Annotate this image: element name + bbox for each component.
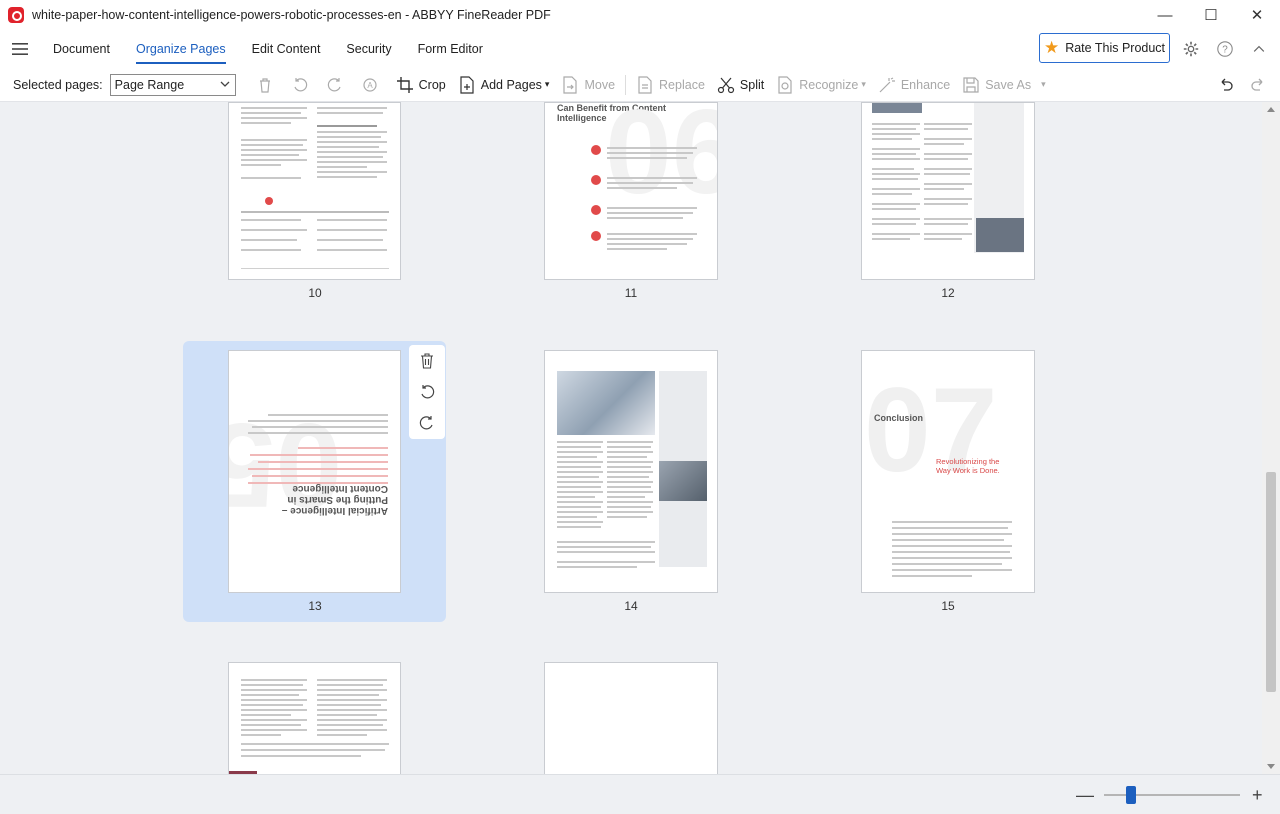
recognize-button[interactable]: Recognize ▾ bbox=[770, 68, 872, 102]
page-thumbnails-area[interactable]: 10 Can Benefit from Content Intelligence… bbox=[0, 102, 1262, 774]
rotate-right-button[interactable] bbox=[320, 68, 355, 102]
undo-icon bbox=[1221, 78, 1233, 91]
maximize-button[interactable]: ☐ bbox=[1188, 0, 1234, 30]
menu-bar: Document Organize Pages Edit Content Sec… bbox=[0, 30, 1280, 68]
page-number-10: 10 bbox=[308, 286, 322, 300]
page-thumbnail-10[interactable] bbox=[228, 102, 401, 280]
zoom-slider-thumb[interactable] bbox=[1126, 786, 1137, 804]
replace-button[interactable]: Replace bbox=[630, 68, 711, 102]
page-number-15: 15 bbox=[941, 599, 955, 613]
page-range-value: Page Range bbox=[114, 77, 185, 92]
page-13-title: Artificial Intelligence – Putting the Sm… bbox=[281, 483, 388, 516]
redo-icon bbox=[1251, 78, 1263, 91]
split-label: Split bbox=[739, 77, 765, 92]
add-pages-button[interactable]: Add Pages ▾ bbox=[452, 68, 556, 102]
app-icon bbox=[8, 7, 24, 23]
rate-product-label: Rate This Product bbox=[1065, 41, 1166, 55]
page-number-11: 11 bbox=[624, 286, 638, 300]
rate-product-button[interactable]: ★ Rate This Product bbox=[1039, 33, 1170, 63]
page-thumbnail-14[interactable] bbox=[544, 350, 718, 593]
recognize-label: Recognize bbox=[799, 77, 859, 92]
recognize-icon bbox=[778, 75, 792, 94]
help-icon[interactable]: ? bbox=[1214, 38, 1236, 60]
toolbar-divider bbox=[625, 74, 627, 95]
menu-organize-pages[interactable]: Organize Pages bbox=[123, 30, 239, 68]
rotate-left-icon[interactable] bbox=[418, 383, 436, 401]
split-button[interactable]: Split bbox=[711, 68, 770, 102]
menu-document[interactable]: Document bbox=[40, 30, 123, 68]
collapse-ribbon-icon[interactable] bbox=[1248, 38, 1270, 60]
page-thumbnail-11[interactable]: Can Benefit from Content Intelligence 06 bbox=[544, 102, 718, 280]
zoom-out-button[interactable]: — bbox=[1076, 785, 1094, 806]
move-label: Move bbox=[584, 77, 616, 92]
hamburger-menu-icon[interactable] bbox=[0, 30, 40, 68]
crop-icon bbox=[396, 76, 413, 93]
move-button[interactable]: Move bbox=[555, 68, 621, 102]
scroll-up-arrow-icon[interactable] bbox=[1267, 107, 1275, 112]
trash-icon bbox=[259, 77, 270, 93]
zoom-in-button[interactable]: + bbox=[1252, 785, 1263, 806]
delete-page-trash-icon[interactable] bbox=[418, 352, 436, 370]
settings-gear-icon[interactable] bbox=[1180, 38, 1202, 60]
move-page-icon bbox=[563, 75, 578, 94]
star-icon: ★ bbox=[1043, 38, 1060, 57]
delete-page-button[interactable] bbox=[250, 68, 285, 102]
add-pages-label: Add Pages bbox=[480, 77, 542, 92]
chevron-down-icon: ▾ bbox=[544, 79, 550, 89]
chevron-down-icon: ▾ bbox=[861, 79, 866, 89]
rotate-left-icon bbox=[294, 77, 307, 91]
rotate-right-icon[interactable] bbox=[418, 414, 436, 432]
page-thumbnail-12[interactable] bbox=[861, 102, 1035, 280]
page-quick-actions bbox=[409, 345, 445, 439]
auto-rotate-icon: A bbox=[363, 77, 377, 92]
selected-pages-label: Selected pages: bbox=[13, 77, 103, 92]
scissors-icon bbox=[717, 77, 735, 93]
window-title: white-paper-how-content-intelligence-pow… bbox=[32, 8, 551, 22]
zoom-slider-track[interactable] bbox=[1104, 794, 1240, 796]
minimize-button[interactable]: — bbox=[1142, 0, 1188, 30]
crop-label: Crop bbox=[418, 77, 446, 92]
close-button[interactable]: ✕ bbox=[1234, 0, 1280, 30]
scroll-down-arrow-icon[interactable] bbox=[1267, 764, 1275, 769]
chevron-down-icon bbox=[220, 81, 230, 87]
menu-edit-content[interactable]: Edit Content bbox=[239, 30, 334, 68]
rotate-left-button[interactable] bbox=[285, 68, 320, 102]
save-as-label: Save As bbox=[985, 77, 1032, 92]
save-as-button[interactable]: Save As ▾ bbox=[956, 68, 1051, 102]
vertical-scrollbar[interactable] bbox=[1262, 102, 1280, 774]
svg-text:A: A bbox=[367, 81, 373, 90]
undo-button[interactable] bbox=[1210, 68, 1245, 102]
page-thumbnail-13[interactable]: 05 Artificial Intelligence – Putting the… bbox=[228, 350, 401, 593]
page-number-12: 12 bbox=[941, 286, 955, 300]
auto-rotate-button[interactable]: A bbox=[355, 68, 390, 102]
replace-page-icon bbox=[638, 75, 652, 94]
scrollbar-thumb[interactable] bbox=[1266, 472, 1276, 692]
enhance-button[interactable]: Enhance bbox=[872, 68, 956, 102]
robot-image bbox=[557, 371, 655, 435]
menu-form-editor[interactable]: Form Editor bbox=[405, 30, 496, 68]
page-toolbar: Selected pages: Page Range A Crop Add Pa… bbox=[0, 68, 1280, 102]
title-bar: white-paper-how-content-intelligence-pow… bbox=[0, 0, 1280, 30]
enhance-label: Enhance bbox=[900, 77, 951, 92]
page-15-subtitle: Revolutionizing the Way Work is Done. bbox=[936, 457, 1000, 475]
menu-security[interactable]: Security bbox=[333, 30, 404, 68]
magic-wand-icon bbox=[879, 76, 895, 92]
page-15-title: Conclusion bbox=[874, 413, 923, 423]
add-page-icon bbox=[460, 75, 474, 94]
status-bar: — + bbox=[0, 774, 1280, 814]
replace-label: Replace bbox=[659, 77, 705, 92]
page-thumbnail-16[interactable] bbox=[228, 662, 401, 774]
chevron-down-icon: ▾ bbox=[1041, 79, 1046, 89]
page-thumbnail-15[interactable]: 07 Conclusion Revolutionizing the Way Wo… bbox=[861, 350, 1035, 593]
page-range-select[interactable]: Page Range bbox=[109, 73, 236, 96]
rotate-right-icon bbox=[327, 77, 341, 91]
page-thumbnail-17[interactable] bbox=[544, 662, 718, 774]
svg-text:?: ? bbox=[1222, 45, 1228, 56]
page-number-13: 13 bbox=[308, 599, 322, 613]
save-icon bbox=[963, 76, 979, 93]
crop-button[interactable]: Crop bbox=[390, 68, 452, 102]
page-number-14: 14 bbox=[624, 599, 638, 613]
redo-button[interactable] bbox=[1244, 68, 1279, 102]
